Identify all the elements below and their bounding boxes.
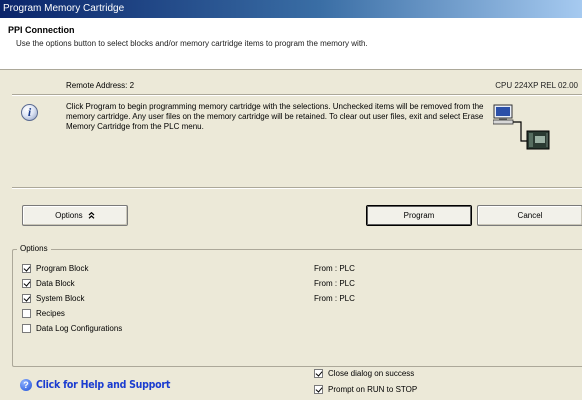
program-block-source: From : PLC [314,264,355,273]
system-block-source: From : PLC [314,294,355,303]
recipes-checkbox[interactable]: Recipes [22,308,65,319]
pc-to-plc-icon [493,104,550,150]
program-button[interactable]: Program [366,205,472,226]
header-title: PPI Connection [8,25,75,35]
program-block-label: Program Block [36,264,89,273]
close-on-success-checkbox[interactable]: Close dialog on success [314,368,414,379]
options-button[interactable]: Options [22,205,128,226]
data-log-configurations-checkbox[interactable]: Data Log Configurations [22,323,122,334]
cpu-version: CPU 224XP REL 02.00 [495,81,578,90]
dialog-header: PPI Connection Use the options button to… [0,18,582,70]
data-block-source: From : PLC [314,279,355,288]
double-chevron-up-icon [88,211,95,219]
window-title: Program Memory Cartridge [0,0,582,18]
options-legend: Options [17,244,51,253]
data-block-label: Data Block [36,279,75,288]
close-on-success-label: Close dialog on success [328,369,415,378]
system-block-checkbox[interactable]: System Block [22,293,84,304]
prompt-run-to-stop-checkbox[interactable]: Prompt on RUN to STOP [314,384,417,395]
checkbox-unchecked-icon [22,309,31,318]
data-block-checkbox[interactable]: Data Block [22,278,75,289]
system-block-label: System Block [36,294,85,303]
checkbox-checked-icon [314,385,323,394]
divider-top [12,94,582,96]
recipes-label: Recipes [36,309,65,318]
cancel-button[interactable]: Cancel [477,205,582,226]
checkbox-checked-icon [22,294,31,303]
help-support-link[interactable]: Click for Help and Support [36,378,170,391]
checkbox-checked-icon [22,279,31,288]
help-icon[interactable]: ? [20,379,32,391]
info-icon: i [21,104,38,121]
info-text: Click Program to begin programming memor… [66,102,484,131]
options-groupbox: Options [12,244,582,367]
prompt-run-to-stop-label: Prompt on RUN to STOP [328,385,418,394]
checkbox-checked-icon [22,264,31,273]
divider-middle [12,187,582,189]
checkbox-checked-icon [314,369,323,378]
data-log-configurations-label: Data Log Configurations [36,324,123,333]
checkbox-unchecked-icon [22,324,31,333]
header-subtitle: Use the options button to select blocks … [16,39,368,48]
program-block-checkbox[interactable]: Program Block [22,263,88,274]
options-button-label: Options [55,211,83,220]
remote-address: Remote Address: 2 [66,81,135,90]
